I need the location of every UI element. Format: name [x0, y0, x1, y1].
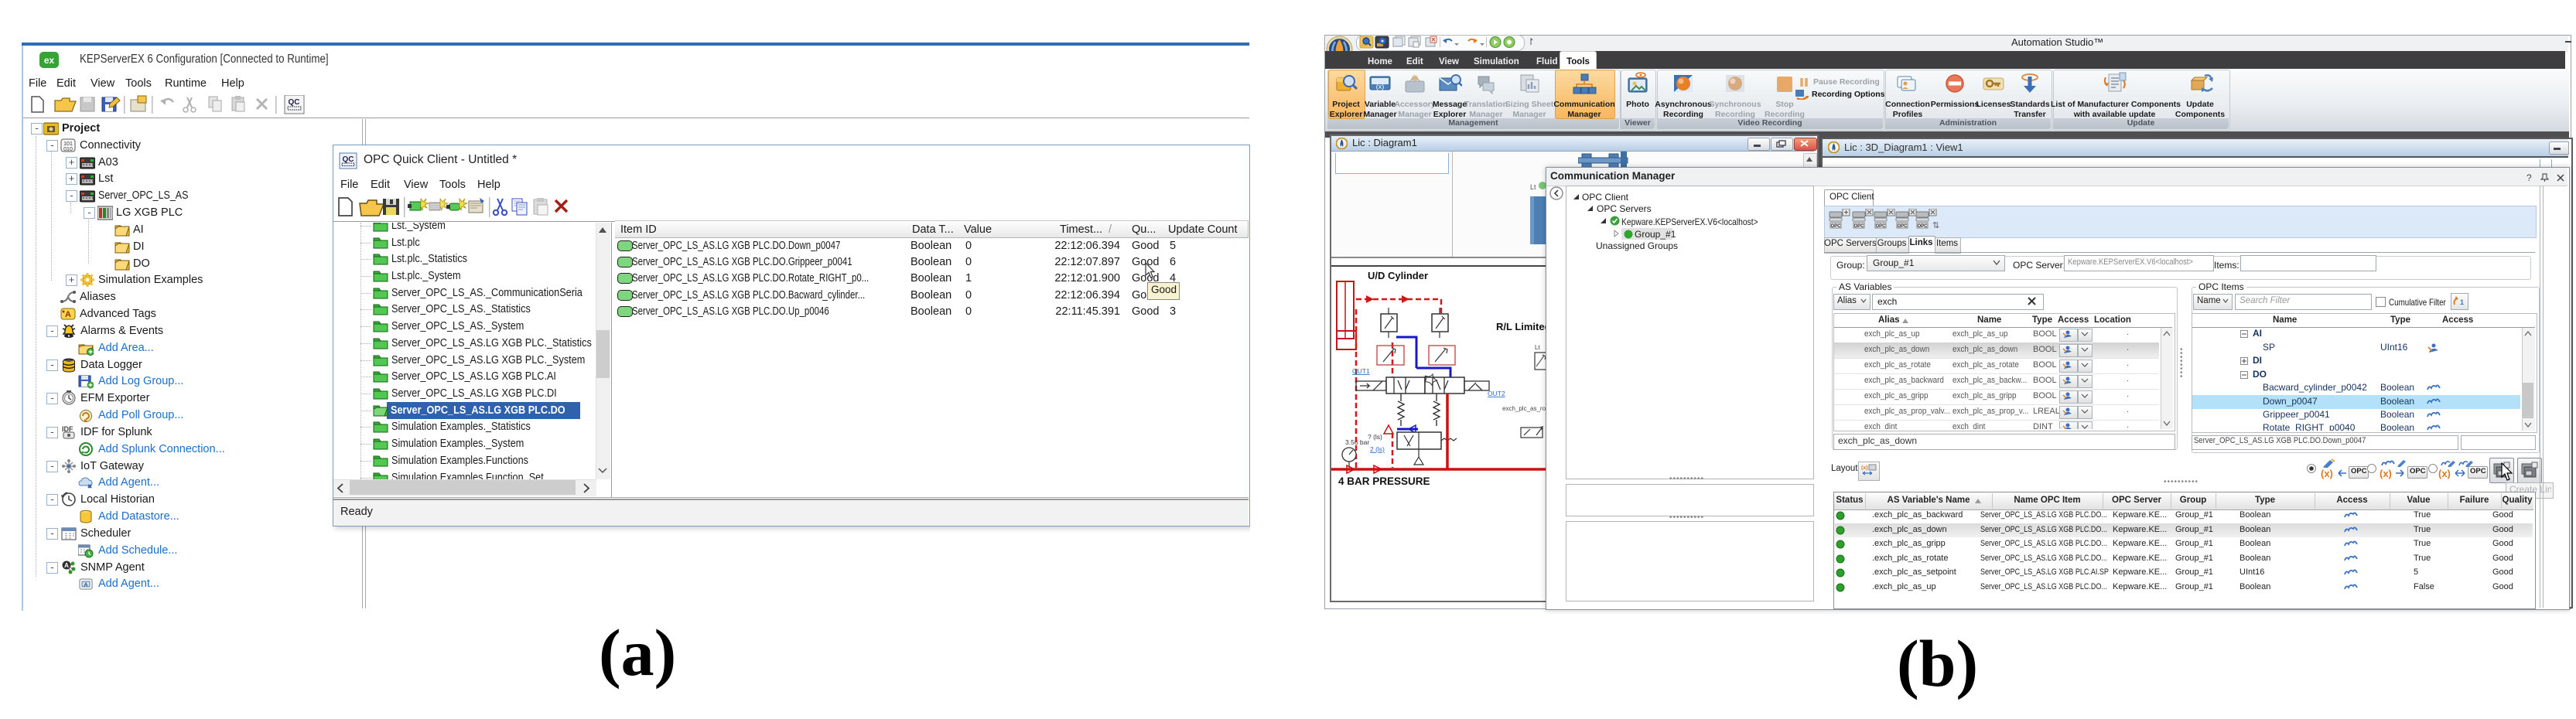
svg-text:OPC: OPC [1897, 224, 1908, 229]
svg-text:(x): (x) [1376, 83, 1385, 90]
svg-text:OPC: OPC [1853, 224, 1864, 229]
svg-text:OPC: OPC [1830, 224, 1841, 229]
svg-text:R/L Limited: R/L Limited [1496, 321, 1551, 332]
svg-text:A: A [64, 562, 69, 569]
svg-text:ex: ex [44, 55, 55, 66]
svg-text:OPC: OPC [1875, 224, 1886, 229]
svg-text:A: A [65, 310, 71, 319]
svg-text:3.56 bar: 3.56 bar [1345, 438, 1369, 446]
svg-text:OUT1: OUT1 [1352, 367, 1370, 375]
svg-text:? (ls): ? (ls) [1368, 433, 1382, 441]
svg-text:2 (ls): 2 (ls) [1370, 445, 1385, 453]
svg-text:1: 1 [2460, 298, 2464, 306]
svg-text:101: 101 [63, 141, 73, 147]
svg-text:U/D Cylinder: U/D Cylinder [1368, 270, 1428, 281]
svg-text:OUT2: OUT2 [1488, 390, 1505, 397]
svg-text:QC: QC [289, 98, 300, 107]
svg-text:(x): (x) [1861, 465, 1868, 471]
svg-text:4 BAR PRESSURE: 4 BAR PRESSURE [1338, 475, 1430, 487]
svg-text:010: 010 [63, 147, 73, 152]
svg-text:A: A [84, 583, 88, 588]
svg-text:OPC: OPC [1917, 224, 1928, 229]
svg-text:Lt: Lt [1535, 344, 1540, 351]
svg-text:QC: QC [343, 155, 354, 164]
